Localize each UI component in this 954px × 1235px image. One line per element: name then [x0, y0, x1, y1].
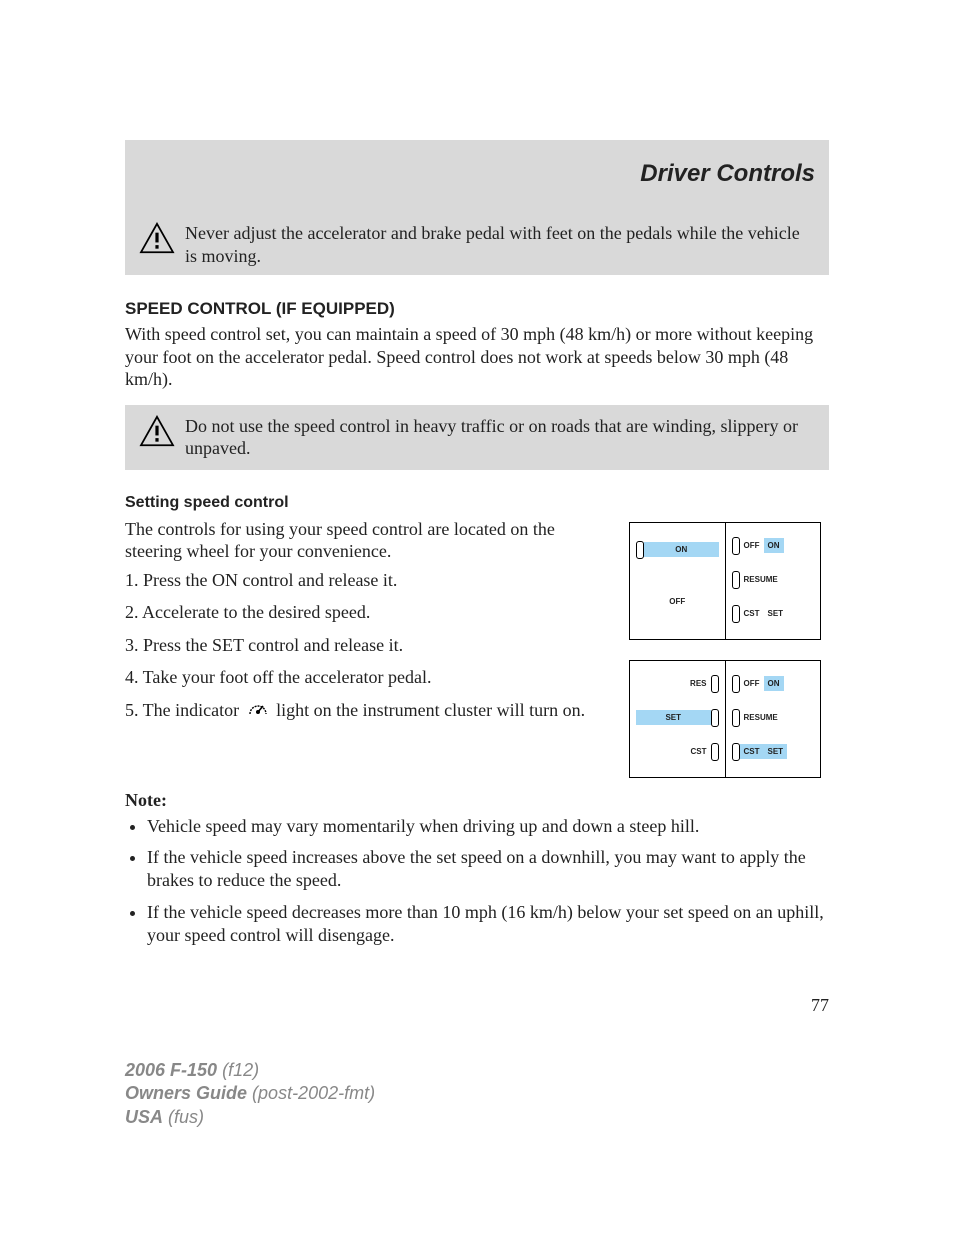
step-5b: light on the instrument cluster will tur…	[276, 700, 585, 720]
column-right: ON OFF OFF ON RESUME	[629, 516, 829, 778]
warning-block-2: Do not use the speed control in heavy tr…	[125, 405, 829, 470]
diag-label: RESUME	[740, 572, 815, 587]
warning-triangle-icon	[139, 222, 175, 259]
diag-label: ON	[764, 676, 784, 691]
list-item: Vehicle speed may vary momentarily when …	[147, 815, 829, 838]
footer-line-2: Owners Guide (post-2002-fmt)	[125, 1082, 375, 1105]
diag-label: SET	[764, 606, 788, 621]
page-number: 77	[125, 995, 829, 1016]
list-item: If the vehicle speed increases above the…	[147, 846, 829, 893]
speed-control-heading: SPEED CONTROL (IF EQUIPPED)	[125, 299, 829, 319]
diag-label: OFF	[665, 594, 689, 609]
footer-line-1: 2006 F-150 (f12)	[125, 1059, 375, 1082]
footer-code: (f12)	[222, 1060, 259, 1080]
diag-label: RES	[686, 676, 710, 691]
header-band: Driver Controls Never adjust the acceler…	[125, 140, 829, 275]
footer: 2006 F-150 (f12) Owners Guide (post-2002…	[125, 1059, 375, 1129]
footer-region-code: (fus)	[168, 1107, 204, 1127]
footer-region: USA	[125, 1107, 163, 1127]
switch-icon	[711, 709, 719, 727]
warning-text-1: Never adjust the accelerator and brake p…	[185, 222, 815, 267]
control-diagram-2: RES SET CST OFF	[629, 660, 821, 778]
setting-heading: Setting speed control	[125, 494, 829, 512]
step-4: 4. Take your foot off the accelerator pe…	[125, 666, 611, 689]
diag-label: CST	[687, 744, 711, 759]
two-column-layout: The controls for using your speed contro…	[125, 516, 829, 778]
diag-label: ON	[764, 538, 784, 553]
switch-icon	[732, 605, 740, 623]
footer-guide: Owners Guide	[125, 1083, 247, 1103]
switch-icon	[711, 743, 719, 761]
note-label: Note:	[125, 790, 829, 811]
warning-block-1: Never adjust the accelerator and brake p…	[139, 222, 815, 267]
diag-label: OFF	[740, 538, 764, 553]
switch-icon	[732, 709, 740, 727]
switch-icon	[732, 675, 740, 693]
step-5a: 5. The indicator	[125, 700, 239, 720]
step-2: 2. Accelerate to the desired speed.	[125, 601, 611, 624]
footer-model: 2006 F-150	[125, 1060, 217, 1080]
step-3: 3. Press the SET control and release it.	[125, 634, 611, 657]
warning-text-2: Do not use the speed control in heavy tr…	[185, 415, 815, 460]
switch-icon	[711, 675, 719, 693]
diag-label: ON	[644, 542, 719, 557]
setting-intro: The controls for using your speed contro…	[125, 518, 611, 563]
section-title: Driver Controls	[139, 160, 815, 188]
switch-icon	[636, 541, 644, 559]
diag-label: SET	[636, 710, 711, 725]
footer-line-3: USA (fus)	[125, 1106, 375, 1129]
control-diagram-1: ON OFF OFF ON RESUME	[629, 522, 821, 640]
diag-label: CST	[740, 744, 764, 759]
switch-icon	[732, 571, 740, 589]
switch-icon	[732, 537, 740, 555]
step-5: 5. The indicator light on the instrument…	[125, 699, 611, 724]
cruise-indicator-icon	[246, 700, 270, 724]
column-left: The controls for using your speed contro…	[125, 516, 611, 778]
footer-format: (post-2002-fmt)	[252, 1083, 375, 1103]
switch-icon	[732, 743, 740, 761]
step-1: 1. Press the ON control and release it.	[125, 569, 611, 592]
diag-label: OFF	[740, 676, 764, 691]
warning-triangle-icon	[139, 415, 175, 452]
page-content: Driver Controls Never adjust the acceler…	[0, 0, 954, 1016]
speed-control-intro: With speed control set, you can maintain…	[125, 323, 829, 391]
note-list: Vehicle speed may vary momentarily when …	[125, 815, 829, 948]
list-item: If the vehicle speed decreases more than…	[147, 901, 829, 948]
diag-label: RESUME	[740, 710, 815, 725]
diag-label: CST	[740, 606, 764, 621]
diag-label: SET	[764, 744, 788, 759]
